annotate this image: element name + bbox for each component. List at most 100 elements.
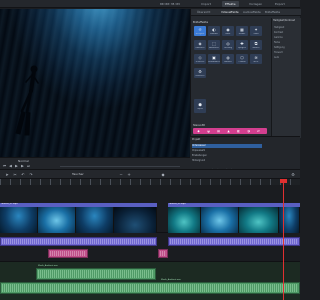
audio-clip[interactable] (0, 237, 157, 246)
timecode-display: 00:00:35:03 (160, 2, 180, 6)
next-icon[interactable]: ▶ (20, 164, 25, 168)
diver-silhouette (15, 65, 39, 136)
waveform (50, 251, 86, 256)
cut-icon[interactable]: ✂ (12, 172, 18, 177)
cube-icon[interactable]: ◆ (195, 128, 202, 134)
music-clip-label: Musik_Ambient.wav (38, 265, 58, 267)
effect-tile-color[interactable]: ◉ Farbe (222, 26, 234, 36)
tab-overview[interactable]: Übersicht (197, 10, 210, 14)
effect-tile-contrast[interactable]: ◐ Kontrast (208, 26, 220, 36)
timeline-toolbar: ➤ ✂ ↶ ↷ Taucher − + ◆ ⚙ (0, 169, 300, 179)
tab-video-effects[interactable]: Videoeffekte (221, 10, 239, 14)
anaglyph-icon[interactable]: ◑ (245, 128, 252, 134)
effect-tile-object[interactable]: ⬢ Objekt (194, 99, 206, 113)
undo-icon[interactable]: ↶ (20, 172, 26, 177)
glasses-icon[interactable]: ◒ (205, 128, 212, 134)
skip-forward-icon[interactable]: ⏭ (26, 164, 31, 168)
list-item[interactable]: Hintergrund (192, 159, 262, 163)
noise-icon: ◈ (198, 41, 202, 46)
setting-row[interactable]: Gamma (274, 36, 283, 39)
effect-tile-noise[interactable]: ◈ Rauschen (194, 40, 206, 50)
prev-icon[interactable]: ◀ (8, 164, 13, 168)
effect-tile-distort[interactable]: ◇ Verzerren (194, 54, 206, 64)
tab-effects[interactable]: Effekte (222, 1, 239, 7)
audio-track (0, 233, 300, 262)
setting-row[interactable]: Sättigung (274, 46, 285, 49)
effect-tile-brightness[interactable]: ☼ Helligkeit (194, 26, 206, 36)
list-item[interactable]: Unterwasser (192, 144, 262, 148)
timeline-title: Taucher (72, 172, 84, 176)
depth-icon[interactable]: ▲ (225, 128, 232, 134)
tab-templates[interactable]: Vorlagen (246, 1, 265, 7)
tab-import[interactable]: Import (198, 1, 214, 7)
stereo3d-strip: ◆ ◒ ▤ ▲ ◧ ◑ ⇄ (193, 128, 267, 134)
effects-tabs: Übersicht Videoeffekte Audioeffekte Bild… (191, 9, 301, 16)
audio-clip[interactable] (48, 249, 88, 258)
setting-row[interactable]: Helligkeit (274, 26, 284, 29)
tab-audio-effects[interactable]: Audioeffekte (243, 10, 261, 14)
redo-icon[interactable]: ↷ (28, 172, 34, 177)
cursor-icon[interactable]: ➤ (4, 172, 10, 177)
audio-clip[interactable] (168, 237, 300, 246)
effect-tile-sharpness[interactable]: ▦ Schärfe (236, 26, 248, 36)
split-icon[interactable]: ◧ (235, 128, 242, 134)
playback-mode-label[interactable]: Normal (18, 159, 29, 163)
music-clip[interactable]: Musik_Ambient.wav (0, 279, 300, 294)
effect-tile-masks[interactable]: ⧉ Masken (250, 40, 262, 50)
bw-icon: ▣ (212, 55, 216, 60)
stereo3d-title: Stereo3D (193, 124, 206, 127)
effect-tile-rotate[interactable]: ◎ Drehung (222, 40, 234, 50)
effect-tile-crop[interactable]: ⬚ Ausschnitt (208, 40, 220, 50)
skip-back-icon[interactable]: ⏮ (2, 164, 7, 168)
media-pool: Projekt Unterwasser Clipauswahl Einstell… (190, 136, 300, 169)
setting-row[interactable]: Farbe (274, 41, 280, 44)
waveform (2, 284, 298, 292)
effect-tile-bw[interactable]: ▣ Schwarzweiß (208, 54, 220, 64)
tab-image-effects[interactable]: Bildeffekte (265, 10, 280, 14)
media-pool-title: Projekt (192, 138, 201, 141)
play-icon[interactable]: ▶ (14, 164, 19, 168)
mirror-icon: ✚ (240, 41, 244, 46)
waveform (2, 239, 155, 244)
effect-tile-glow[interactable]: ✦ Glanz (250, 26, 262, 36)
list-item[interactable]: Einstellungen (192, 154, 262, 158)
frame-icon: ◍ (226, 55, 230, 60)
chroma-icon: ⬡ (240, 55, 244, 60)
effect-tile-frame[interactable]: ◍ Rahmen (222, 54, 234, 64)
playback-progress[interactable] (60, 166, 180, 167)
playhead-handle[interactable] (280, 179, 287, 183)
sparkle-icon: ✦ (254, 27, 258, 32)
setting-row[interactable]: Kontrast (274, 31, 283, 34)
gear-icon: ⚙ (198, 69, 202, 74)
music-clip[interactable]: Musik_Ambient.wav (36, 265, 156, 280)
color-icon: ◉ (226, 27, 230, 32)
waveform (170, 239, 298, 244)
music-track: Musik_Ambient.wav Musik_Ambient.wav (0, 262, 300, 300)
video-preview[interactable] (0, 9, 190, 157)
zoom-in-icon[interactable]: + (126, 172, 132, 177)
zoom-out-icon[interactable]: − (118, 172, 124, 177)
layers-icon[interactable]: ▤ (215, 128, 222, 134)
marker-icon[interactable]: ◆ (160, 172, 166, 177)
hexagon-icon: ⬢ (198, 102, 202, 107)
effect-settings-title: Helligkeit/Kontrast (273, 19, 295, 22)
effect-tile-mirror[interactable]: ✚ Spiegeln (236, 40, 248, 50)
rotate-icon: ◎ (226, 41, 230, 46)
waveform (38, 270, 154, 278)
wave-icon: ≋ (254, 55, 258, 60)
effect-tile-wave[interactable]: ≋ Welle (250, 54, 262, 64)
tab-export[interactable]: Export (272, 1, 288, 7)
effect-tile-chroma[interactable]: ⬡ Chroma (236, 54, 248, 64)
music-clip-label: Musik_Ambient.wav (161, 279, 181, 281)
playhead[interactable] (283, 179, 284, 300)
effect-tile-settings[interactable]: ⚙ Einstellen (194, 68, 206, 78)
audio-clip[interactable] (158, 249, 168, 258)
effects-section-title: Bildeffekte (193, 20, 209, 24)
setting-row[interactable]: Auto (274, 56, 279, 59)
swap-icon[interactable]: ⇄ (255, 128, 262, 134)
mask-icon: ⧉ (254, 41, 258, 46)
list-item[interactable]: Clipauswahl (192, 149, 262, 153)
effect-settings-panel: Helligkeit/Kontrast Helligkeit Kontrast … (271, 18, 301, 138)
setting-row[interactable]: Tonwert (274, 51, 283, 54)
settings-icon[interactable]: ⚙ (290, 172, 296, 177)
